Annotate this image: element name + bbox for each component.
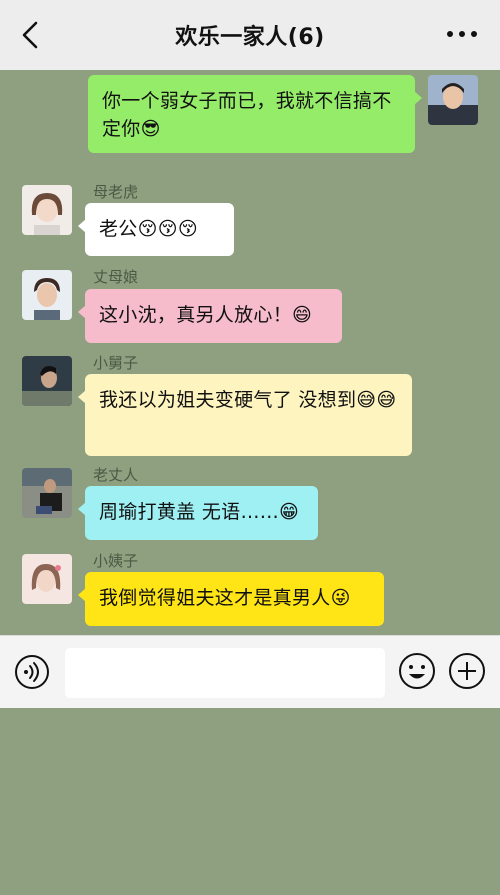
avatar[interactable] (22, 185, 72, 235)
message-text: 你一个弱女子而已，我就不信搞不定你😎 (102, 90, 392, 140)
message-bubble[interactable]: 老公😚😚😚 (78, 203, 234, 256)
sender-name: 老丈人 (93, 466, 139, 484)
message-text: 我还以为姐夫变硬气了 没想到😅😅 (99, 389, 397, 411)
self-avatar[interactable] (428, 75, 478, 125)
sender-name: 小舅子 (93, 354, 139, 372)
avatar[interactable] (22, 356, 72, 406)
message-text: 这小沈，真另人放心！😄 (99, 304, 313, 326)
emoji-icon[interactable] (398, 652, 436, 690)
message-bubble[interactable]: 周瑜打黄盖 无语……😁 (78, 486, 318, 540)
message-bubble[interactable]: 我还以为姐夫变硬气了 没想到😅😅 (78, 374, 412, 456)
chat-title: 欢乐一家人(6) (175, 25, 325, 50)
voice-icon[interactable] (14, 654, 50, 690)
message-text: 周瑜打黄盖 无语……😁 (99, 501, 300, 523)
avatar[interactable] (22, 270, 72, 320)
message-bubble[interactable]: 这小沈，真另人放心！😄 (78, 289, 342, 343)
more-dots-icon[interactable] (444, 22, 480, 46)
avatar[interactable] (22, 468, 72, 518)
sender-name: 丈母娘 (93, 268, 139, 286)
message-bubble[interactable]: 你一个弱女子而已，我就不信搞不定你😎 (88, 75, 422, 153)
message-text: 我倒觉得姐夫这才是真男人😜 (99, 587, 351, 609)
chevron-left-icon[interactable] (18, 20, 44, 50)
message-text: 老公😚😚😚 (99, 218, 198, 240)
message-list: 你一个弱女子而已，我就不信搞不定你😎 母老虎 老公😚😚😚 丈母娘 这小沈，真另人… (0, 70, 500, 635)
avatar[interactable] (22, 554, 72, 604)
sender-name: 母老虎 (93, 183, 139, 201)
input-bar (0, 635, 500, 708)
message-bubble[interactable]: 我倒觉得姐夫这才是真男人😜 (78, 572, 384, 626)
message-input[interactable] (65, 648, 385, 698)
plus-icon[interactable] (448, 652, 486, 690)
sender-name: 小姨子 (93, 552, 139, 570)
chat-header: 欢乐一家人(6) (0, 0, 500, 70)
